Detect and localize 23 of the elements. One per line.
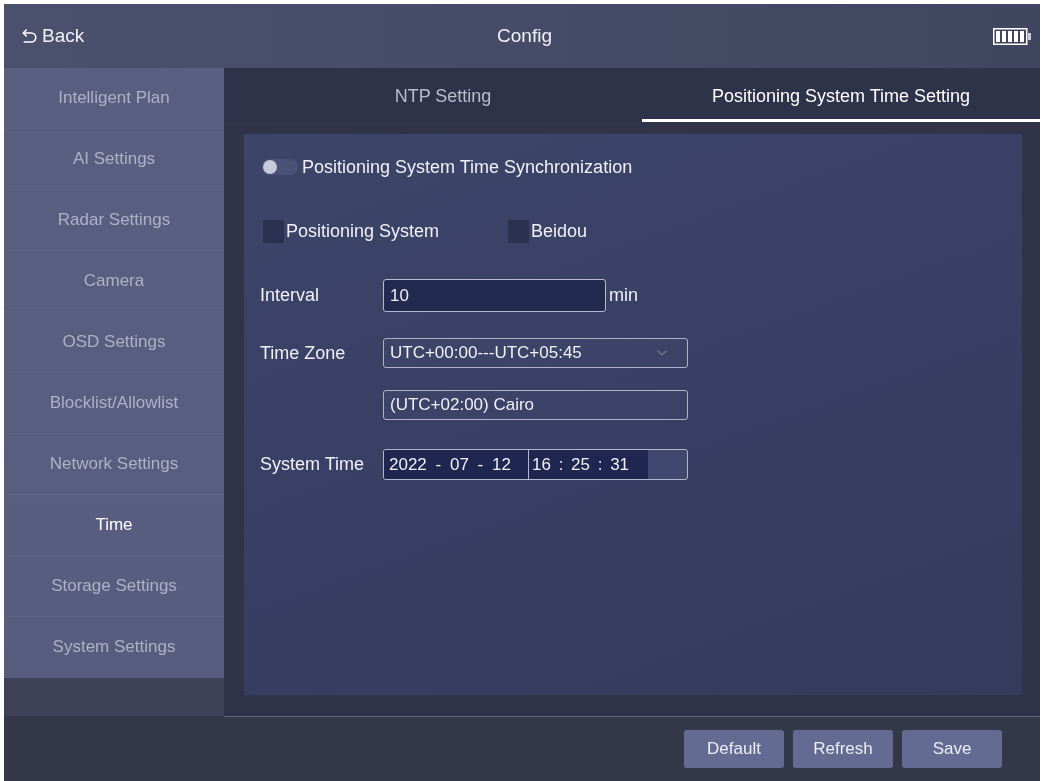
date-input[interactable]: 2022 - 07 - 12 <box>384 450 529 479</box>
caret-icon <box>657 350 667 356</box>
time-zone-dropdown[interactable]: (UTC+02:00) Cairo <box>383 390 688 420</box>
interval-input[interactable]: 10 <box>383 279 606 312</box>
toggle-switch[interactable] <box>262 159 298 175</box>
toggle-label: Positioning System Time Synchronization <box>302 156 633 178</box>
action-button[interactable]: Default <box>684 730 784 768</box>
tab[interactable]: Positioning System Time Setting <box>642 68 1040 122</box>
battery-icon <box>993 27 1031 45</box>
tab[interactable]: NTP Setting <box>244 68 642 122</box>
field-label: Time Zone <box>260 342 347 364</box>
back-button[interactable]: Back <box>18 21 89 51</box>
checkbox-label: Positioning System <box>286 220 440 242</box>
action-button[interactable]: Refresh <box>793 730 893 768</box>
back-arrow-icon <box>22 29 37 43</box>
action-button[interactable]: Save <box>902 730 1002 768</box>
checkbox-label: Beidou <box>531 220 588 242</box>
time-input[interactable]: 16 : 25 : 31 <box>529 450 648 479</box>
unit-label: min <box>609 285 638 306</box>
page-title: Config <box>497 25 552 47</box>
field-label: System Time <box>260 454 366 475</box>
field-label: Interval <box>260 285 321 306</box>
time-zone-range-dropdown[interactable]: UTC+00:00---UTC+05:45 <box>383 338 688 368</box>
